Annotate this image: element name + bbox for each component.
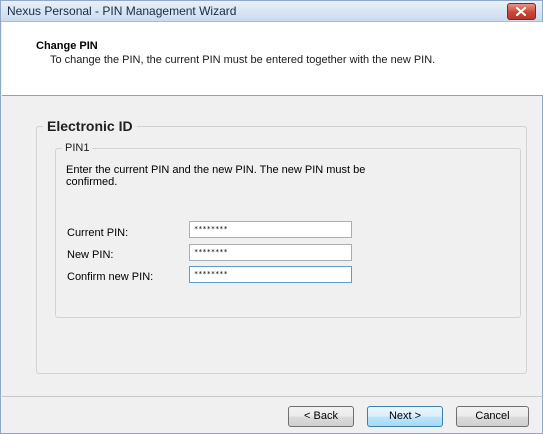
wizard-header: Change PIN To change the PIN, the curren… (2, 22, 543, 96)
current-pin-label: Current PIN: (67, 227, 129, 239)
cancel-button[interactable]: Cancel (456, 406, 529, 427)
new-pin-input[interactable]: ******** (189, 244, 352, 261)
new-pin-label: New PIN: (67, 249, 114, 261)
electronic-id-group-title: Electronic ID (43, 118, 137, 134)
pin-instructions: Enter the current PIN and the new PIN. T… (66, 164, 366, 188)
wizard-body: Electronic ID PIN1 Enter the current PIN… (2, 96, 543, 396)
page-description: To change the PIN, the current PIN must … (50, 54, 436, 66)
page-title: Change PIN (36, 40, 98, 52)
footer-divider (2, 396, 543, 397)
current-pin-input[interactable]: ******** (189, 221, 352, 238)
close-button[interactable] (507, 3, 536, 20)
title-bar: Nexus Personal - PIN Management Wizard (1, 1, 542, 22)
confirm-pin-input[interactable]: ******** (189, 266, 352, 283)
pin1-group-title: PIN1 (62, 142, 93, 154)
wizard-window: Nexus Personal - PIN Management Wizard C… (0, 0, 543, 434)
confirm-pin-label: Confirm new PIN: (67, 271, 154, 283)
close-icon (516, 7, 526, 16)
back-button[interactable]: < Back (288, 406, 354, 427)
next-button[interactable]: Next > (367, 406, 443, 427)
window-title: Nexus Personal - PIN Management Wizard (7, 4, 237, 18)
